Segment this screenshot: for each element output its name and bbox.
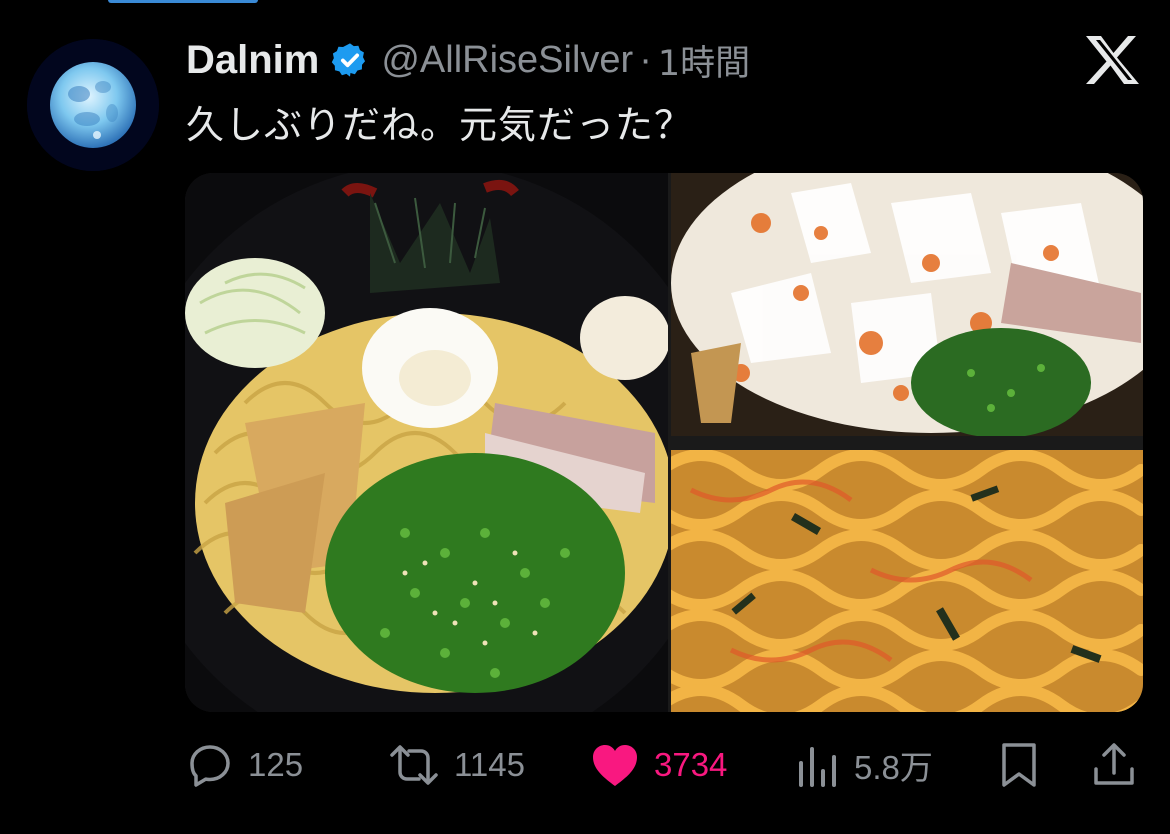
bottom-divider xyxy=(0,826,1170,834)
like-button[interactable]: 3734 xyxy=(590,735,727,795)
full-moon-avatar-icon xyxy=(27,39,159,171)
share-button[interactable] xyxy=(1092,735,1136,795)
repost-count: 1145 xyxy=(454,746,525,783)
photo-mixed-noodles[interactable] xyxy=(671,450,1143,712)
share-icon xyxy=(1092,741,1136,789)
views-button[interactable]: 5.8万 xyxy=(796,735,933,795)
separator-dot: · xyxy=(639,38,652,81)
tweet-text: 久しぶりだね。元気だった？ xyxy=(186,103,694,147)
verified-badge-icon xyxy=(331,41,369,79)
top-strip xyxy=(0,0,1170,3)
photo-ramen-bowl[interactable] xyxy=(185,173,668,712)
repost-button[interactable]: 1145 xyxy=(388,735,525,795)
reply-icon xyxy=(186,741,234,789)
author-name[interactable]: Dalnim xyxy=(186,38,319,83)
reply-button[interactable]: 125 xyxy=(186,735,303,795)
reply-count: 125 xyxy=(248,746,304,783)
bookmark-icon xyxy=(999,741,1039,789)
x-logo-icon xyxy=(1084,34,1140,86)
timestamp[interactable]: 1時間 xyxy=(658,35,750,86)
author-handle[interactable]: @AllRiseSilver xyxy=(381,39,633,82)
like-count: 3734 xyxy=(654,746,728,783)
media-grid xyxy=(185,173,1143,712)
bookmark-button[interactable] xyxy=(999,735,1039,795)
views-count: 5.8万 xyxy=(854,749,933,786)
tweet-header: Dalnim @AllRiseSilver · 1時間 xyxy=(186,32,750,88)
heart-icon xyxy=(590,742,640,788)
top-highlight xyxy=(108,0,258,3)
photo-grated-radish[interactable] xyxy=(671,173,1143,436)
avatar[interactable] xyxy=(27,39,159,171)
views-bar-chart-icon xyxy=(796,741,840,789)
repost-icon xyxy=(388,741,440,789)
action-bar: 125 1145 3734 5.8万 xyxy=(0,735,1170,795)
